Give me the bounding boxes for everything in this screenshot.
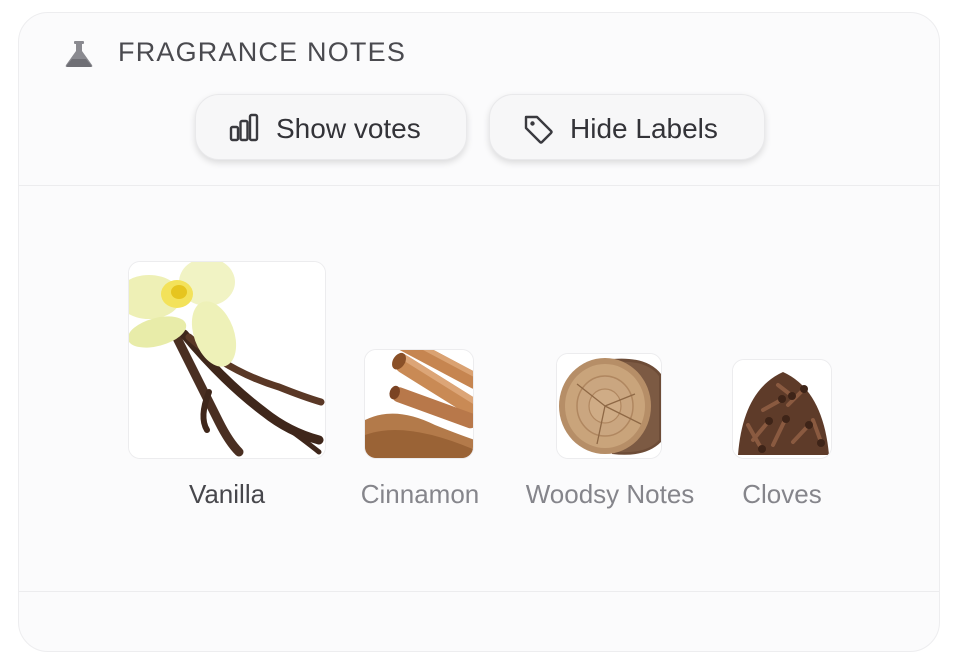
- show-votes-label: Show votes: [276, 113, 421, 144]
- note-label-woodsy-notes: Woodsy Notes: [525, 479, 695, 509]
- hide-labels-button[interactable]: Hide Labels: [489, 94, 765, 160]
- hide-labels-label: Hide Labels: [570, 113, 718, 144]
- flask-icon: [65, 41, 93, 67]
- fragrance-notes-header: FRAGRANCE NOTES Show votes Hide Labels: [19, 13, 939, 186]
- note-image-woodsy-notes[interactable]: [556, 353, 662, 459]
- vanilla-image: [129, 262, 325, 458]
- section-title: FRAGRANCE NOTES: [118, 37, 407, 67]
- cloves-image: [733, 360, 831, 458]
- bar-chart-icon: [229, 113, 259, 142]
- note-image-cloves[interactable]: [732, 359, 832, 459]
- note-label-vanilla: Vanilla: [188, 479, 266, 509]
- note-image-vanilla[interactable]: [128, 261, 326, 459]
- wood-log-image: [557, 354, 661, 458]
- note-image-cinnamon[interactable]: [364, 349, 474, 459]
- fragrance-notes-card: FRAGRANCE NOTES Show votes Hide Labels V…: [18, 12, 940, 652]
- note-label-cloves: Cloves: [742, 479, 822, 509]
- section-divider: [19, 591, 939, 592]
- cinnamon-image: [365, 350, 473, 458]
- note-label-cinnamon: Cinnamon: [360, 479, 480, 509]
- tag-icon: [524, 115, 553, 144]
- show-votes-button[interactable]: Show votes: [195, 94, 467, 160]
